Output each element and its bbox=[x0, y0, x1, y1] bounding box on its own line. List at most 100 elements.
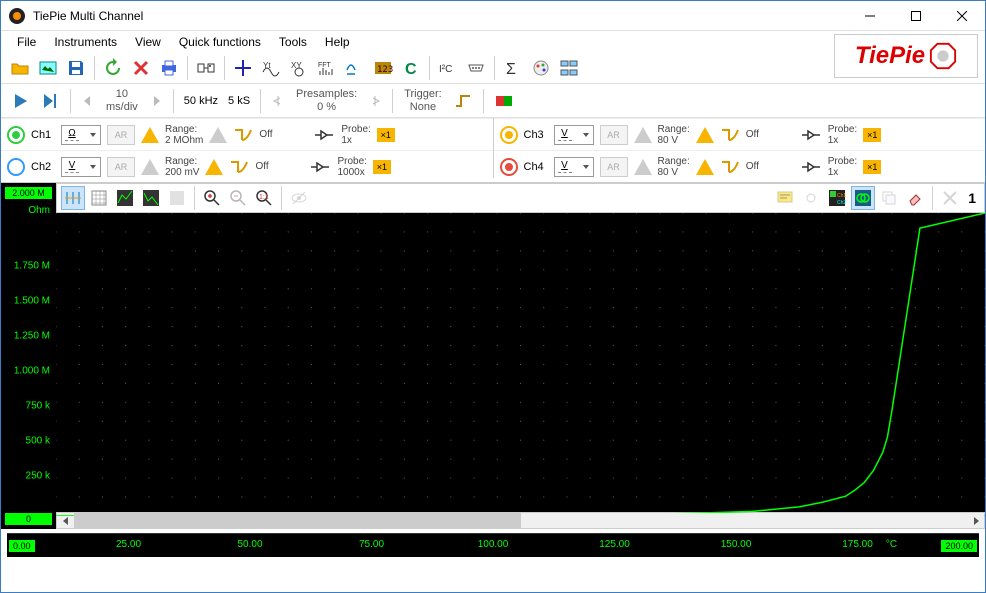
range-down-icon[interactable] bbox=[141, 127, 159, 143]
autorange-button[interactable]: AR bbox=[107, 157, 135, 177]
menu-instruments[interactable]: Instruments bbox=[46, 33, 125, 51]
range-up-icon[interactable] bbox=[209, 127, 227, 143]
scrollbar-thumb[interactable] bbox=[74, 513, 521, 528]
channel-unit-select[interactable]: Ω bbox=[61, 125, 101, 145]
range-up-icon[interactable] bbox=[696, 159, 714, 175]
filter-icon[interactable] bbox=[720, 127, 740, 143]
range-label[interactable]: Range:200 mV bbox=[165, 156, 199, 178]
link-button[interactable] bbox=[799, 186, 823, 210]
grid-dots-button[interactable] bbox=[87, 186, 111, 210]
close-button[interactable] bbox=[939, 1, 985, 31]
delete-button[interactable] bbox=[128, 55, 154, 81]
play-button[interactable] bbox=[7, 88, 33, 114]
channel-indicator[interactable] bbox=[7, 126, 25, 144]
visibility-button[interactable] bbox=[287, 186, 311, 210]
zoom-reset-button[interactable]: 1:1 bbox=[252, 186, 276, 210]
range-up-icon[interactable] bbox=[205, 159, 223, 175]
trigger-label[interactable]: Trigger:None bbox=[400, 88, 446, 112]
probe-multiplier-tag[interactable]: ×1 bbox=[863, 160, 881, 174]
save-button[interactable] bbox=[63, 55, 89, 81]
chart-canvas[interactable] bbox=[56, 213, 985, 512]
xy-mode-button[interactable]: XY bbox=[286, 55, 312, 81]
i2c-button[interactable]: I²C bbox=[435, 55, 461, 81]
loop-button[interactable] bbox=[851, 186, 875, 210]
probe-label[interactable]: Probe:1x bbox=[828, 156, 857, 178]
math-button[interactable] bbox=[342, 55, 368, 81]
autorange-button[interactable]: AR bbox=[107, 125, 135, 145]
delete-trace-button[interactable] bbox=[938, 186, 962, 210]
palette-button[interactable] bbox=[528, 55, 554, 81]
filter-icon[interactable] bbox=[720, 159, 740, 175]
time-inc-button[interactable] bbox=[146, 88, 166, 114]
channel-indicator[interactable] bbox=[500, 158, 518, 176]
probe-label[interactable]: Probe:1x bbox=[341, 124, 370, 146]
channel-unit-select[interactable]: V bbox=[554, 157, 594, 177]
menu-help[interactable]: Help bbox=[317, 33, 358, 51]
menu-view[interactable]: View bbox=[127, 33, 169, 51]
range-label[interactable]: Range:2 MOhm bbox=[165, 124, 203, 146]
grid-lines-button[interactable] bbox=[61, 186, 85, 210]
filter-icon[interactable] bbox=[233, 127, 253, 143]
record-indicator[interactable] bbox=[491, 88, 517, 114]
probe-icon[interactable] bbox=[800, 158, 822, 176]
copy-graph-button[interactable] bbox=[877, 186, 901, 210]
channel-indicator[interactable] bbox=[7, 158, 25, 176]
refresh-button[interactable] bbox=[100, 55, 126, 81]
range-down-icon[interactable] bbox=[634, 127, 652, 143]
channel-picker-button[interactable]: Ch1Ch2 bbox=[825, 186, 849, 210]
range-down-icon[interactable] bbox=[141, 159, 159, 175]
filter-icon[interactable] bbox=[229, 159, 249, 175]
probe-multiplier-tag[interactable]: ×1 bbox=[373, 160, 391, 174]
play-once-button[interactable] bbox=[37, 88, 63, 114]
channel-unit-select[interactable]: V bbox=[554, 125, 594, 145]
note-button[interactable] bbox=[773, 186, 797, 210]
time-dec-button[interactable] bbox=[78, 88, 98, 114]
maximize-button[interactable] bbox=[893, 1, 939, 31]
autorange-button[interactable]: AR bbox=[600, 125, 628, 145]
probe-label[interactable]: Probe:1000x bbox=[337, 156, 366, 178]
range-label[interactable]: Range:80 V bbox=[658, 124, 690, 146]
envelope-up-button[interactable] bbox=[113, 186, 137, 210]
c-button[interactable]: C bbox=[398, 55, 424, 81]
horizontal-scrollbar[interactable] bbox=[56, 512, 985, 529]
range-up-icon[interactable] bbox=[696, 127, 714, 143]
eraser-button[interactable] bbox=[903, 186, 927, 210]
range-down-icon[interactable] bbox=[634, 159, 652, 175]
channel-indicator[interactable] bbox=[500, 126, 518, 144]
menu-tools[interactable]: Tools bbox=[271, 33, 315, 51]
connect-button[interactable] bbox=[193, 55, 219, 81]
yt-mode-button[interactable]: Yt bbox=[258, 55, 284, 81]
presample-inc-button[interactable] bbox=[365, 88, 385, 114]
zoom-in-button[interactable] bbox=[200, 186, 224, 210]
probe-icon[interactable] bbox=[309, 158, 331, 176]
compare-button[interactable] bbox=[556, 55, 582, 81]
probe-icon[interactable] bbox=[800, 126, 822, 144]
frequency-label[interactable]: 50 kHz bbox=[181, 95, 221, 107]
print-button[interactable] bbox=[156, 55, 182, 81]
probe-label[interactable]: Probe:1x bbox=[828, 124, 857, 146]
sum-button[interactable]: Σ bbox=[500, 55, 526, 81]
extra-grid-button[interactable] bbox=[165, 186, 189, 210]
cursor-button[interactable] bbox=[230, 55, 256, 81]
screenshot-button[interactable] bbox=[35, 55, 61, 81]
trigger-edge-button[interactable] bbox=[450, 88, 476, 114]
minimize-button[interactable] bbox=[847, 1, 893, 31]
presamples-label[interactable]: Presamples:0 % bbox=[292, 88, 361, 112]
channel-unit-select[interactable]: V bbox=[61, 157, 101, 177]
probe-icon[interactable] bbox=[313, 126, 335, 144]
fft-button[interactable]: FFT bbox=[314, 55, 340, 81]
range-label[interactable]: Range:80 V bbox=[658, 156, 690, 178]
probe-multiplier-tag[interactable]: ×1 bbox=[377, 128, 395, 142]
presample-dec-button[interactable] bbox=[268, 88, 288, 114]
counter-button[interactable]: 123 bbox=[370, 55, 396, 81]
menu-file[interactable]: File bbox=[9, 33, 44, 51]
menu-quick-functions[interactable]: Quick functions bbox=[171, 33, 269, 51]
probe-multiplier-tag[interactable]: ×1 bbox=[863, 128, 881, 142]
envelope-down-button[interactable] bbox=[139, 186, 163, 210]
serial-button[interactable] bbox=[463, 55, 489, 81]
autorange-button[interactable]: AR bbox=[600, 157, 628, 177]
samples-label[interactable]: 5 kS bbox=[225, 95, 253, 107]
open-button[interactable] bbox=[7, 55, 33, 81]
timebase-label[interactable]: 10ms/div bbox=[102, 88, 142, 112]
zoom-out-button[interactable] bbox=[226, 186, 250, 210]
